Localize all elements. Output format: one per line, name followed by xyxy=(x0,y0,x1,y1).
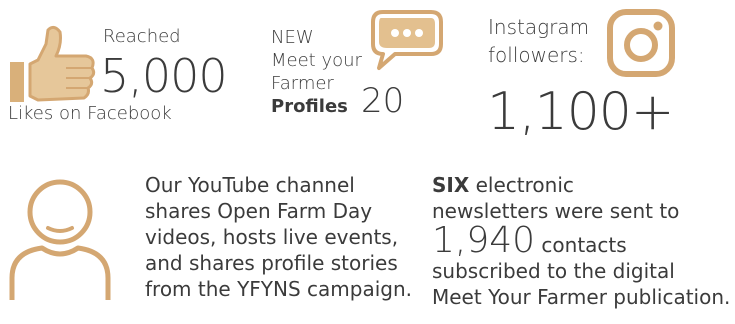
profiles-new-label: NEW xyxy=(271,27,314,48)
profiles-meet-label: Meet your xyxy=(271,50,362,71)
newsletter-line5: Meet Your Farmer publication. xyxy=(432,285,731,309)
youtube-line: and shares profile stories xyxy=(145,251,398,275)
user-icon xyxy=(9,179,111,300)
newsletter-count-word: SIX xyxy=(432,173,470,197)
youtube-description: Our YouTube channel shares Open Farm Day… xyxy=(145,172,415,302)
facebook-likes-label: Likes on Facebook xyxy=(8,103,172,124)
facebook-likes-count: 5,000 xyxy=(100,49,228,103)
newsletter-line4: subscribed to the digital xyxy=(432,259,675,283)
youtube-line: videos, hosts live events, xyxy=(145,225,399,249)
youtube-line: Our YouTube channel xyxy=(145,173,355,197)
instagram-label-line2: followers: xyxy=(488,43,585,67)
instagram-followers-count: 1,100+ xyxy=(487,82,674,142)
profiles-count: 20 xyxy=(361,81,405,121)
profiles-farmer-label: Farmer xyxy=(271,73,334,94)
newsletter-contacts-line: 1,940 contacts xyxy=(432,223,732,259)
thumbs-up-icon xyxy=(10,25,96,102)
facebook-reached-label: Reached xyxy=(103,26,181,47)
newsletter-line1: SIX electronic xyxy=(432,172,732,198)
newsletter-line1-rest: electronic xyxy=(475,173,574,197)
instagram-label-line1: Instagram xyxy=(488,15,590,39)
profiles-profiles-label: Profiles xyxy=(271,96,348,117)
speech-bubble-icon xyxy=(371,10,443,70)
newsletter-contacts-label: contacts xyxy=(541,233,627,257)
instagram-icon xyxy=(607,9,675,77)
youtube-line: shares Open Farm Day xyxy=(145,199,373,223)
youtube-line: from the YFYNS campaign. xyxy=(145,277,413,301)
newsletter-contacts-count: 1,940 xyxy=(432,220,536,261)
newsletter-description: SIX electronic newsletters were sent to … xyxy=(432,172,732,310)
